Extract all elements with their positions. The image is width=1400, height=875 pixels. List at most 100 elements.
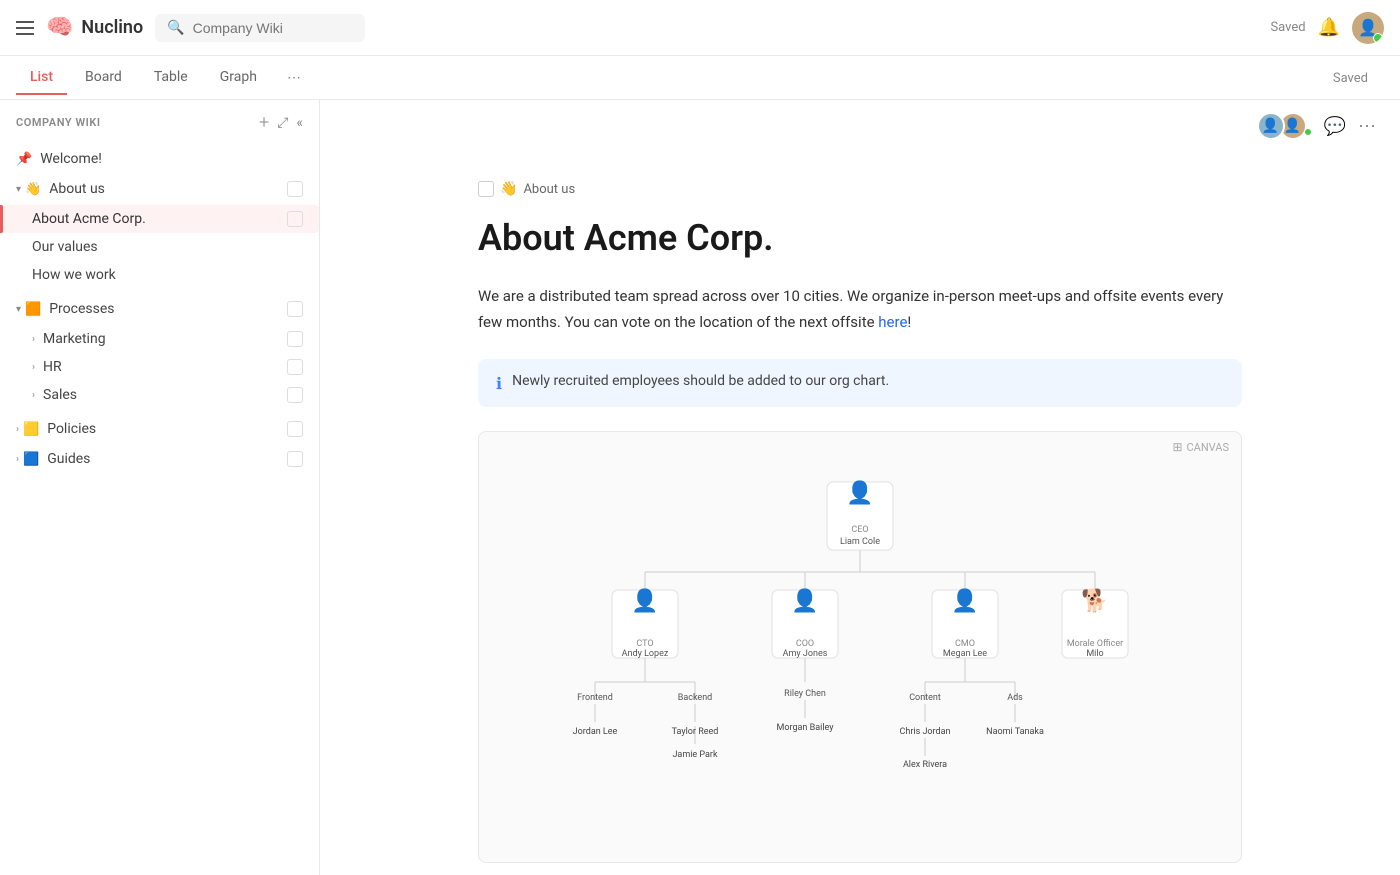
canvas-label: ⊞ CANVAS xyxy=(1172,440,1229,454)
info-box-text: Newly recruited employees should be adde… xyxy=(512,373,889,389)
notification-icon[interactable]: 🔔 xyxy=(1318,17,1340,38)
guides-checkbox[interactable] xyxy=(287,451,303,467)
search-icon: 🔍 xyxy=(167,20,184,36)
sidebar-expand-icon[interactable]: ⤢ xyxy=(277,112,288,133)
svg-text:👤: 👤 xyxy=(631,588,658,614)
collaborator-avatars: 👤 👤 xyxy=(1257,112,1312,140)
collaborator-avatar-1: 👤 xyxy=(1257,112,1285,140)
search-bar[interactable]: 🔍 xyxy=(155,14,364,42)
user-avatar[interactable]: 👤 xyxy=(1352,12,1384,44)
org-chart-svg: 👤 CEO Liam Cole xyxy=(535,472,1185,832)
sidebar-item-processes-label: Processes xyxy=(49,301,287,317)
processes-checkbox[interactable] xyxy=(287,301,303,317)
canvas-header: ⊞ CANVAS xyxy=(479,432,1241,462)
svg-text:Taylor Reed: Taylor Reed xyxy=(672,727,719,737)
sidebar-item-marketing-label: Marketing xyxy=(43,331,287,347)
sidebar-item-welcome[interactable]: 📌 Welcome! xyxy=(0,145,319,173)
about-acme-checkbox[interactable] xyxy=(287,211,303,227)
tab-list[interactable]: List xyxy=(16,61,67,95)
guides-chevron-icon: › xyxy=(16,454,19,465)
policies-chevron-icon: › xyxy=(16,424,19,435)
sidebar-title: COMPANY WIKI xyxy=(16,116,101,129)
article-body-text-2: ! xyxy=(907,313,911,331)
sidebar-item-our-values[interactable]: Our values xyxy=(0,233,319,261)
logo[interactable]: 🧠 Nuclino xyxy=(46,15,143,40)
main-layout: COMPANY WIKI + ⤢ « 📌 Welcome! ▾ 👋 About … xyxy=(0,100,1400,875)
svg-text:Backend: Backend xyxy=(678,693,713,703)
pin-icon: 📌 xyxy=(16,152,32,167)
marketing-checkbox[interactable] xyxy=(287,331,303,347)
topbar: 🧠 Nuclino 🔍 Saved 🔔 👤 xyxy=(0,0,1400,56)
sidebar-item-welcome-label: Welcome! xyxy=(40,151,303,167)
sidebar-item-policies[interactable]: › 🟨 Policies xyxy=(0,415,319,443)
svg-text:👤: 👤 xyxy=(791,588,818,614)
comment-icon[interactable]: 💬 xyxy=(1324,116,1346,137)
svg-text:Chris Jordan: Chris Jordan xyxy=(900,727,951,737)
sidebar-item-sales-label: Sales xyxy=(43,387,287,403)
sidebar-collapse-icon[interactable]: « xyxy=(296,112,303,133)
sidebar-item-about-us[interactable]: ▾ 👋 About us xyxy=(0,175,319,203)
sidebar-item-hr-label: HR xyxy=(43,359,287,375)
sidebar-item-how-we-work[interactable]: How we work xyxy=(0,261,319,289)
sidebar-item-guides[interactable]: › 🟦 Guides xyxy=(0,445,319,473)
processes-emoji: 🟧 xyxy=(25,302,41,317)
info-box: ℹ Newly recruited employees should be ad… xyxy=(478,359,1242,407)
canvas-grid-icon: ⊞ xyxy=(1172,440,1182,454)
svg-text:Andy Lopez: Andy Lopez xyxy=(622,649,669,659)
sales-checkbox[interactable] xyxy=(287,387,303,403)
policies-checkbox[interactable] xyxy=(287,421,303,437)
topbar-right: Saved 🔔 👤 xyxy=(1270,12,1384,44)
svg-text:👤: 👤 xyxy=(951,588,978,614)
tab-more-icon[interactable]: ⋯ xyxy=(279,62,309,94)
sidebar-item-about-acme[interactable]: About Acme Corp. xyxy=(0,205,319,233)
tabbar-right: Saved xyxy=(1333,70,1384,86)
content-area: 👤 👤 💬 ⋯ 👋 About us About Acme Corp. We a… xyxy=(320,100,1400,875)
logo-brain-icon: 🧠 xyxy=(46,15,73,40)
sidebar-item-policies-label: Policies xyxy=(47,421,287,437)
svg-text:👤: 👤 xyxy=(846,480,873,506)
breadcrumb-text: About us xyxy=(523,182,575,197)
logo-text: Nuclino xyxy=(81,17,143,38)
sidebar-item-how-we-work-label: How we work xyxy=(32,267,303,283)
svg-text:Jordan Lee: Jordan Lee xyxy=(573,727,618,737)
tab-table[interactable]: Table xyxy=(140,61,202,95)
article-link[interactable]: here xyxy=(878,313,907,331)
svg-text:Morale Officer: Morale Officer xyxy=(1067,639,1123,649)
svg-text:Amy Jones: Amy Jones xyxy=(783,649,828,659)
svg-text:Milo: Milo xyxy=(1086,649,1103,659)
breadcrumb: 👋 About us xyxy=(478,181,1242,197)
sidebar-item-marketing[interactable]: › Marketing xyxy=(0,325,319,353)
topbar-left: 🧠 Nuclino 🔍 xyxy=(16,14,1254,42)
sidebar-item-our-values-label: Our values xyxy=(32,239,303,255)
article-body: We are a distributed team spread across … xyxy=(478,284,1242,335)
breadcrumb-checkbox[interactable] xyxy=(478,181,494,197)
hr-chevron-icon: › xyxy=(32,362,35,373)
tab-board[interactable]: Board xyxy=(71,61,136,95)
online-indicator xyxy=(1304,128,1312,136)
svg-text:Riley Chen: Riley Chen xyxy=(784,689,826,699)
sidebar-item-sales[interactable]: › Sales xyxy=(0,381,319,409)
content-top-bar: 👤 👤 💬 ⋯ xyxy=(320,100,1400,149)
hamburger-icon[interactable] xyxy=(16,21,34,35)
canvas-label-text: CANVAS xyxy=(1187,441,1230,454)
hr-checkbox[interactable] xyxy=(287,359,303,375)
info-icon: ℹ xyxy=(496,374,502,393)
svg-text:Ads: Ads xyxy=(1007,693,1023,703)
sidebar-add-icon[interactable]: + xyxy=(259,112,269,133)
org-chart-container: 👤 CEO Liam Cole xyxy=(479,462,1241,862)
sales-chevron-icon: › xyxy=(32,390,35,401)
processes-chevron-icon: ▾ xyxy=(16,304,21,315)
svg-text:Morgan Bailey: Morgan Bailey xyxy=(777,723,835,733)
about-us-checkbox[interactable] xyxy=(287,181,303,197)
search-input[interactable] xyxy=(193,20,353,36)
policies-emoji: 🟨 xyxy=(23,422,39,437)
more-options-icon[interactable]: ⋯ xyxy=(1358,116,1376,137)
sidebar-header: COMPANY WIKI + ⤢ « xyxy=(0,100,319,145)
breadcrumb-emoji: 👋 xyxy=(500,181,517,197)
tab-graph[interactable]: Graph xyxy=(206,61,271,95)
about-us-emoji: 👋 xyxy=(25,182,41,197)
org-chart-canvas: ⊞ CANVAS 👤 CEO Liam Cole xyxy=(478,431,1242,863)
sidebar-item-about-acme-label: About Acme Corp. xyxy=(32,211,287,227)
sidebar-item-hr[interactable]: › HR xyxy=(0,353,319,381)
sidebar-item-processes[interactable]: ▾ 🟧 Processes xyxy=(0,295,319,323)
